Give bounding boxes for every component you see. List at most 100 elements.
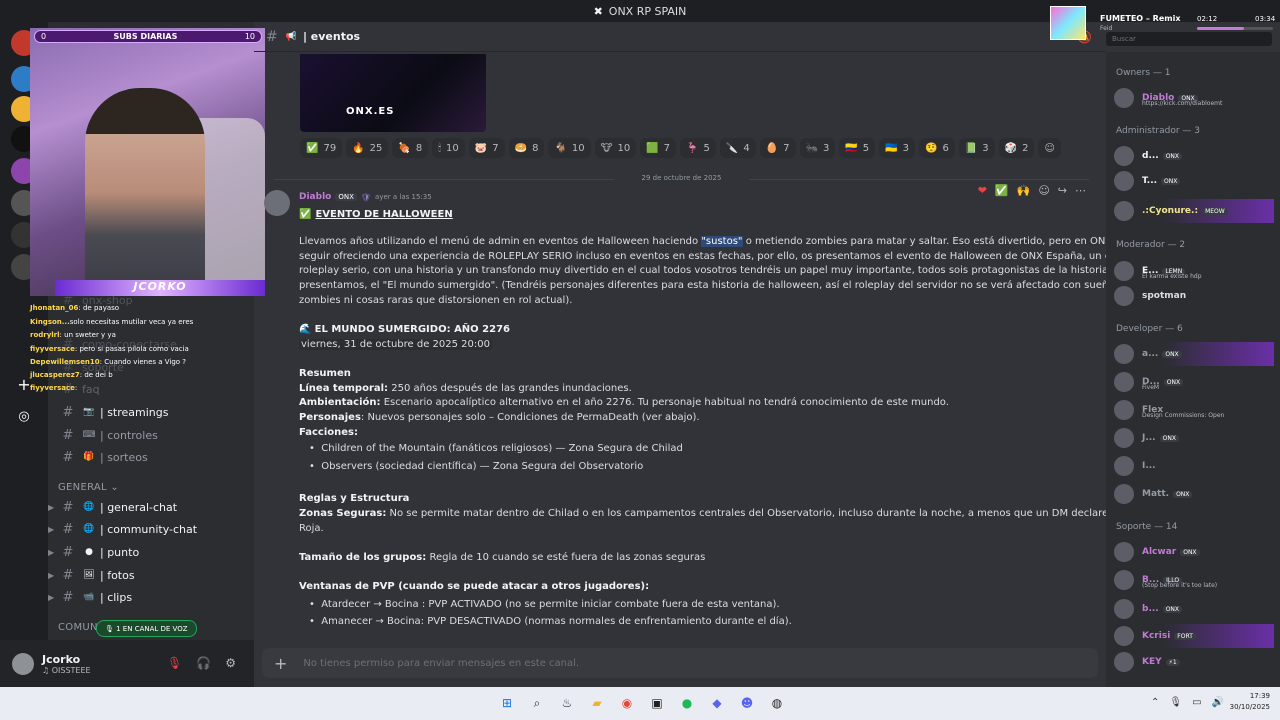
reaction-chip[interactable]: 🐷 7 <box>468 138 505 158</box>
message-paragraph: roleplay serio, con una historia y un tr… <box>299 265 1106 276</box>
member-item[interactable]: b... ONX <box>1114 597 1274 621</box>
message-header: Diablo ONX 🛡 ayer a las 15:35 <box>299 192 432 202</box>
obs-icon[interactable]: ◍ <box>768 694 786 712</box>
headphones-muted-icon[interactable]: 🎧 <box>196 656 211 670</box>
channel-community-chat[interactable]: ▶ # 🌐 | community-chat <box>48 519 250 539</box>
reaction-chip[interactable]: ✅ 79 <box>300 138 343 158</box>
raised-hands-icon[interactable]: 🙌 <box>1017 184 1031 197</box>
reaction-chip[interactable]: 📗 3 <box>958 138 995 158</box>
member-item[interactable]: Flex Design Commissions: Open <box>1114 398 1274 422</box>
reaction-chip[interactable]: 🇺🇦 3 <box>879 138 915 158</box>
channel-controles[interactable]: # ⌨ | controles <box>60 425 250 445</box>
reaction-chip[interactable]: 🎲 2 <box>998 138 1035 158</box>
reaction-chip[interactable]: 🥯 8 <box>508 138 545 158</box>
member-item[interactable]: T... ONX <box>1114 169 1274 193</box>
member-item[interactable]: E... LEMN El karma existe hdp <box>1114 259 1274 283</box>
avatar <box>1114 626 1134 646</box>
voice-channel-pill[interactable]: 🎙 1 EN CANAL DE VOZ <box>96 620 197 637</box>
member-item[interactable]: I... <box>1114 454 1274 478</box>
role-badge: ONX <box>1173 490 1193 498</box>
reaction-chip[interactable]: 🐮 10 <box>594 138 637 158</box>
reaction-chip[interactable]: 🟩 7 <box>640 138 677 158</box>
channel-clips[interactable]: ▶ # 📹 | clips <box>48 587 250 607</box>
spotify-icon[interactable]: ● <box>678 694 696 712</box>
reaction-chip[interactable]: 🐜 3 <box>799 138 836 158</box>
chevron-up-icon[interactable]: ⌃ <box>1151 697 1159 708</box>
message-paragraph: Llevamos años utilizando el menú de admi… <box>299 236 1106 247</box>
clock[interactable]: 17:39 30/10/2025 <box>1230 691 1270 713</box>
member-item[interactable]: .:Cyonure.: MEOW <box>1114 199 1274 223</box>
volume-icon[interactable]: 🔊 <box>1212 697 1224 708</box>
plus-icon[interactable]: + <box>274 654 287 673</box>
steam-icon[interactable]: ♨ <box>558 694 576 712</box>
terminal-icon[interactable]: ▣ <box>648 694 666 712</box>
member-item[interactable]: a... ONX <box>1114 342 1274 366</box>
category-comunidad[interactable]: COMUNI <box>58 622 101 633</box>
reaction-emoji-icon: 📗 <box>964 142 978 154</box>
ambientacion: Ambientación: Escenario apocalíptico alt… <box>299 397 949 408</box>
member-item[interactable]: D... ONX FiveM <box>1114 370 1274 394</box>
mic-icon[interactable]: 🎙 <box>1169 697 1182 708</box>
message-actions: ❤ ✅ 🙌 ☺ ↪ ⋯ <box>978 184 1086 197</box>
folder-icon[interactable]: ▰ <box>588 694 606 712</box>
message-input[interactable]: + No tienes permiso para enviar mensajes… <box>262 648 1098 678</box>
reaction-bar: ✅ 79 🔥 25 🍖 8 🕯 10 🐷 7 🥯 8 🐐 10 🐮 10 🟩 7 🦩 5 🔪 4 🥚 7 🐜 3 🇨🇴 5 🇺🇦 3 🤨 6 📗… <box>300 138 1100 158</box>
add-reaction-icon[interactable]: ☺ <box>1038 138 1061 158</box>
member-item[interactable]: Diablo ONX https://kick.com/diabloemt <box>1114 86 1274 110</box>
member-status: El karma existe hdp <box>1142 273 1202 280</box>
event-date[interactable]: viernes, 31 de octubre de 2025 20:00 <box>299 338 492 353</box>
user-panel[interactable]: Jcorko ♫ OISSTEEE 🎙 🎧 ⚙ <box>0 640 254 687</box>
reaction-emoji-icon: 🎲 <box>1004 142 1018 154</box>
avatar <box>1114 344 1134 364</box>
reaction-chip[interactable]: 🥚 7 <box>759 138 796 158</box>
network-icon[interactable]: ▭ <box>1192 697 1201 708</box>
reaction-chip[interactable]: 🐐 10 <box>548 138 591 158</box>
windows-start-icon[interactable]: ⊞ <box>498 694 516 712</box>
reaction-chip[interactable]: 🔪 4 <box>719 138 756 158</box>
reaction-chip[interactable]: 🤨 6 <box>919 138 955 158</box>
gear-icon[interactable]: ⚙ <box>225 656 236 670</box>
channel-streamings[interactable]: # 📷 | streamings <box>60 402 250 422</box>
discord-icon[interactable]: ☻ <box>738 694 756 712</box>
search-icon[interactable]: ⌕ <box>528 694 546 712</box>
category-general[interactable]: GENERAL ⌄ <box>58 482 119 493</box>
member-item[interactable]: Matt. ONX <box>1114 482 1274 506</box>
reaction-chip[interactable]: 🔥 25 <box>346 138 389 158</box>
avatar[interactable] <box>12 652 34 675</box>
member-item[interactable]: d... ONX <box>1114 144 1274 168</box>
reaction-chip[interactable]: 🍖 8 <box>392 138 429 158</box>
mic-muted-icon[interactable]: 🎙 <box>167 656 182 670</box>
chevron-right-icon: ▶ <box>48 570 55 580</box>
streamer-figure <box>85 88 205 296</box>
reaction-emoji-icon: 🐜 <box>805 142 818 154</box>
hash-icon: # <box>62 544 74 560</box>
add-reaction-icon[interactable]: ☺ <box>1038 184 1049 197</box>
explore-icon[interactable]: ◎ <box>11 404 37 430</box>
more-options-icon[interactable]: ⋯ <box>1075 184 1086 197</box>
member-item[interactable]: B... ILLO (Stop before it's too late) <box>1114 568 1274 592</box>
reaction-chip[interactable]: 🇨🇴 5 <box>839 138 876 158</box>
heart-icon[interactable]: ❤ <box>978 184 987 197</box>
reaction-emoji-icon: 🍖 <box>398 142 411 154</box>
channel-sorteos[interactable]: # 🎁 | sorteos <box>60 447 250 467</box>
reaction-emoji-icon: 🐐 <box>554 142 567 154</box>
member-item[interactable]: spotman <box>1114 284 1274 308</box>
member-item[interactable]: KEY ⚡1 <box>1114 650 1274 674</box>
app-icon[interactable]: ◆ <box>708 694 726 712</box>
channel-fotos[interactable]: ▶ # 🖼 | fotos <box>48 565 250 585</box>
announcement-icon: 📢 <box>285 31 297 42</box>
member-item[interactable]: Kcrisi FORT <box>1114 624 1274 648</box>
message-list: ONX.ES ✅ 79 🔥 25 🍖 8 🕯 10 🐷 7 🥯 8 🐐 10 🐮 10 🟩 7 🦩 5 🔪 4 🥚 7 🐜 3 🇨🇴… <box>254 52 1106 640</box>
member-item[interactable]: Alcwar ONX <box>1114 540 1274 564</box>
message-author[interactable]: Diablo <box>299 192 331 202</box>
avatar[interactable] <box>264 190 290 216</box>
reaction-chip[interactable]: 🦩 5 <box>680 138 716 158</box>
channel-punto[interactable]: ▶ # ● | punto <box>48 542 250 562</box>
reaction-chip[interactable]: 🕯 10 <box>432 138 465 158</box>
event-image-preview[interactable]: ONX.ES <box>300 54 486 132</box>
chrome-icon[interactable]: ◉ <box>618 694 636 712</box>
member-item[interactable]: J... ONX <box>1114 426 1274 450</box>
check-icon[interactable]: ✅ <box>995 184 1009 197</box>
channel-general-chat[interactable]: ▶ # 🌐 | general-chat <box>48 497 250 517</box>
forward-icon[interactable]: ↪ <box>1058 184 1067 197</box>
